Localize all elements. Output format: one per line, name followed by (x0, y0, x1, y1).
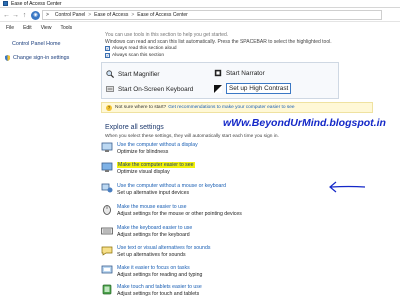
back-arrow-icon[interactable]: ← (2, 11, 11, 20)
window-title: Ease of Access Center (11, 0, 62, 7)
always-read-checkbox[interactable]: ✓ Always read this section aloud (105, 46, 177, 51)
breadcrumb[interactable]: > Control Panel > Ease of Access > Ease … (42, 10, 382, 20)
checkbox-checked-icon: ✓ (105, 53, 110, 58)
setting-without-display[interactable]: Use the computer without a display Optim… (101, 142, 198, 155)
setting-easier-to-see[interactable]: Make the computer easier to see Optimize… (101, 162, 195, 175)
watermark-text: wWw.BeyondUrMind.blogspot.in (223, 117, 386, 129)
forward-arrow-icon[interactable]: → (11, 11, 20, 20)
control-panel-icon (3, 1, 8, 6)
title-bar: Ease of Access Center (0, 0, 400, 8)
recommendations-banner: ? Not sure where to start? Get recommend… (101, 102, 373, 113)
start-osk-button[interactable]: Start On-Screen Keyboard (106, 85, 193, 93)
setting-desc: Adjust settings for reading and typing (117, 272, 203, 278)
tablet-icon (102, 284, 112, 295)
set-up-high-contrast-button[interactable]: Set up High Contrast (214, 83, 292, 94)
scan-intro-text: You can use tools in this section to hel… (105, 32, 229, 38)
start-narrator-label: Start Narrator (226, 69, 265, 77)
setting-link[interactable]: Make touch and tablets easier to use (117, 284, 202, 290)
keyboard-icon (101, 227, 113, 235)
display-icon (101, 162, 113, 172)
setting-desc: Optimize for blindness (117, 149, 169, 155)
start-magnifier-button[interactable]: Start Magnifier (106, 70, 160, 78)
left-nav: Control Panel Home Change sign-in settin… (0, 33, 95, 302)
setting-desc: Adjust settings for touch and tablets (117, 291, 200, 297)
annotation-arrow-icon (329, 181, 366, 193)
breadcrumb-ease-of-access[interactable]: Ease of Access (94, 12, 128, 18)
question-icon: ? (106, 104, 112, 111)
setting-without-mouse-keyboard[interactable]: Use the computer without a mouse or keyb… (101, 183, 226, 196)
quick-tools-panel: Start Magnifier Start Narrator Start On-… (101, 62, 339, 99)
control-panel-home-icon[interactable]: ◉ (31, 10, 40, 20)
change-signin-link[interactable]: Change sign-in settings (5, 55, 69, 61)
always-scan-checkbox[interactable]: ✓ Always scan this section (105, 53, 164, 58)
start-osk-label: Start On-Screen Keyboard (118, 85, 194, 93)
setting-keyboard-easier[interactable]: Make the keyboard easier to use Adjust s… (101, 225, 192, 238)
up-arrow-icon[interactable]: ↑ (20, 11, 29, 20)
high-contrast-icon (214, 84, 222, 93)
breadcrumb-ease-of-access-center[interactable]: Ease of Access Center (137, 12, 188, 18)
scan-info-text: Windows can read and scan this list auto… (105, 39, 332, 45)
setting-desc: Adjust settings for the keyboard (117, 232, 190, 238)
focus-icon (101, 265, 113, 274)
setting-link[interactable]: Use the computer without a display (117, 142, 198, 148)
setting-link[interactable]: Use text or visual alternatives for soun… (117, 245, 210, 251)
setting-desc: Adjust settings for the mouse or other p… (117, 211, 242, 217)
not-sure-text: Not sure where to start? (115, 105, 167, 110)
breadcrumb-control-panel[interactable]: Control Panel (55, 12, 85, 18)
start-magnifier-label: Start Magnifier (118, 70, 160, 78)
setting-desc: Optimize visual display (117, 169, 170, 175)
checkbox-checked-icon: ✓ (105, 46, 110, 51)
shield-icon (5, 55, 10, 61)
menu-bar: File Edit View Tools (0, 23, 400, 32)
setting-desc: Set up alternatives for sounds (117, 252, 186, 258)
change-signin-label: Change sign-in settings (13, 55, 70, 61)
menu-edit[interactable]: Edit (23, 25, 32, 31)
monitor-icon (101, 142, 113, 152)
always-scan-label: Always scan this section (112, 53, 164, 58)
breadcrumb-sep: > (88, 12, 92, 18)
start-narrator-button[interactable]: Start Narrator (214, 69, 265, 77)
breadcrumb-sep: > (131, 12, 135, 18)
always-read-label: Always read this section aloud (112, 46, 177, 51)
setting-sound-alternatives[interactable]: Use text or visual alternatives for soun… (101, 245, 210, 258)
speech-bubble-icon (101, 246, 113, 256)
control-panel-home-link[interactable]: Control Panel Home (12, 41, 61, 47)
setting-focus-tasks[interactable]: Make it easier to focus on tasks Adjust … (101, 265, 202, 278)
narrator-icon (214, 69, 222, 77)
alt-input-icon (101, 183, 113, 193)
mouse-icon (103, 205, 111, 215)
setting-link[interactable]: Make the computer easier to see (117, 162, 195, 168)
setting-touch-tablets[interactable]: Make touch and tablets easier to use Adj… (101, 284, 202, 297)
explore-subtext: When you select these settings, they wil… (105, 134, 279, 139)
menu-view[interactable]: View (41, 25, 52, 31)
breadcrumb-sep: > (46, 12, 49, 18)
menu-file[interactable]: File (6, 25, 14, 31)
recommendations-link[interactable]: Get recommendations to make your compute… (168, 105, 294, 110)
setting-link[interactable]: Use the computer without a mouse or keyb… (117, 183, 226, 189)
keyboard-icon (106, 86, 114, 92)
setting-link[interactable]: Make it easier to focus on tasks (117, 265, 202, 271)
setting-link[interactable]: Make the keyboard easier to use (117, 225, 192, 231)
explore-heading: Explore all settings (105, 124, 164, 131)
setting-desc: Set up alternative input devices (117, 190, 190, 196)
setting-link[interactable]: Make the mouse easier to use (117, 204, 242, 210)
main-content: You can use tools in this section to hel… (96, 32, 400, 302)
setting-mouse-easier[interactable]: Make the mouse easier to use Adjust sett… (101, 204, 242, 217)
magnifier-icon (106, 70, 114, 78)
menu-tools[interactable]: Tools (60, 25, 72, 31)
address-bar: ← → ↑ ◉ > Control Panel > Ease of Access… (0, 9, 400, 22)
set-up-high-contrast-label: Set up High Contrast (226, 83, 292, 94)
